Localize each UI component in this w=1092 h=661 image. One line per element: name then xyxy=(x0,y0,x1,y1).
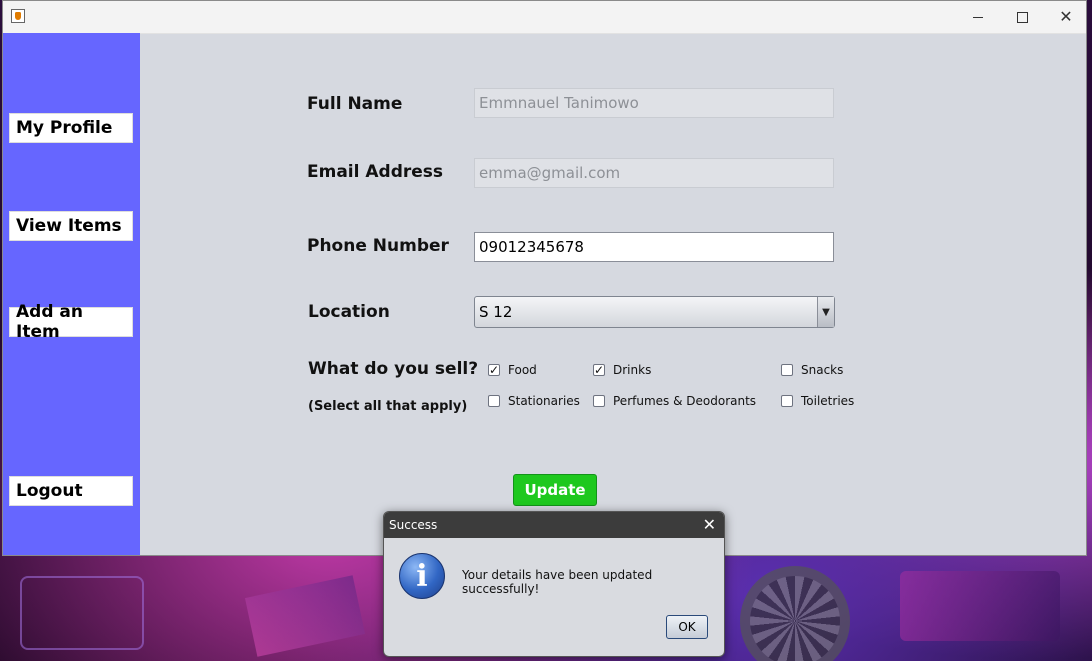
sidebar-item-logout[interactable]: Logout xyxy=(9,476,133,506)
checkbox-drinks[interactable]: ✓ Drinks xyxy=(593,363,651,377)
checkbox-unchecked-icon xyxy=(781,364,793,376)
close-window-button[interactable]: ✕ xyxy=(1044,1,1088,33)
dropdown-arrow-icon[interactable]: ▼ xyxy=(817,297,834,327)
title-bar: ✕ xyxy=(3,1,1086,34)
full-name-label: Full Name xyxy=(307,94,403,114)
full-name-field: Emmnauel Tanimowo xyxy=(474,88,834,118)
app-window: ✕ My Profile View Items Add an Item Logo… xyxy=(2,0,1087,556)
checkbox-label: Toiletries xyxy=(801,394,855,408)
background-fan xyxy=(740,566,850,661)
phone-input[interactable]: 09012345678 xyxy=(474,232,834,262)
email-field: emma@gmail.com xyxy=(474,158,834,188)
checkbox-toiletries[interactable]: Toiletries xyxy=(781,394,854,408)
background-decoration xyxy=(20,576,144,650)
email-label: Email Address xyxy=(307,162,444,182)
checkbox-perfumes-deodorants[interactable]: Perfumes & Deodorants xyxy=(593,394,756,408)
checkbox-checked-icon: ✓ xyxy=(593,363,605,377)
checkbox-checked-icon: ✓ xyxy=(488,363,500,377)
java-app-icon xyxy=(11,9,25,23)
location-selected-value: S 12 xyxy=(479,303,513,321)
checkbox-food[interactable]: ✓ Food xyxy=(488,363,537,377)
minimize-button[interactable] xyxy=(956,1,1000,33)
checkbox-label: Food xyxy=(508,363,537,377)
background-decoration xyxy=(900,571,1060,641)
dialog-title: Success xyxy=(389,518,438,532)
sidebar-item-my-profile[interactable]: My Profile xyxy=(9,113,133,143)
background-decoration xyxy=(244,575,366,657)
dialog-close-icon[interactable]: ✕ xyxy=(703,515,716,534)
maximize-icon xyxy=(1016,11,1028,23)
checkbox-stationaries[interactable]: Stationaries xyxy=(488,394,580,408)
profile-form: Full Name Emmnauel Tanimowo Email Addres… xyxy=(140,33,1086,555)
checkbox-snacks[interactable]: Snacks xyxy=(781,363,843,377)
location-select[interactable]: S 12 ▼ xyxy=(474,296,835,328)
checkbox-label: Drinks xyxy=(613,363,652,377)
ok-button[interactable]: OK xyxy=(666,615,708,639)
update-button[interactable]: Update xyxy=(513,474,597,506)
info-icon: i xyxy=(399,553,445,599)
checkbox-unchecked-icon xyxy=(593,395,605,407)
sidebar-item-add-item[interactable]: Add an Item xyxy=(9,302,133,342)
dialog-message: Your details have been updated successfu… xyxy=(462,568,653,596)
phone-label: Phone Number xyxy=(307,236,449,256)
location-label: Location xyxy=(308,302,390,322)
sidebar-item-view-items[interactable]: View Items xyxy=(9,211,133,241)
sell-label: What do you sell? xyxy=(308,359,479,379)
checkbox-label: Snacks xyxy=(801,363,844,377)
success-dialog: Success ✕ i Your details have been updat… xyxy=(383,511,725,657)
sell-hint: (Select all that apply) xyxy=(308,399,468,414)
close-icon: ✕ xyxy=(1059,7,1073,26)
checkbox-label: Perfumes & Deodorants xyxy=(613,394,757,408)
checkbox-unchecked-icon xyxy=(488,395,500,407)
checkbox-label: Stationaries xyxy=(508,394,580,408)
minimize-icon xyxy=(973,16,983,18)
maximize-button[interactable] xyxy=(1000,1,1044,33)
checkbox-unchecked-icon xyxy=(781,395,793,407)
dialog-title-bar: Success ✕ xyxy=(384,512,724,538)
sidebar: My Profile View Items Add an Item Logout xyxy=(3,33,140,555)
